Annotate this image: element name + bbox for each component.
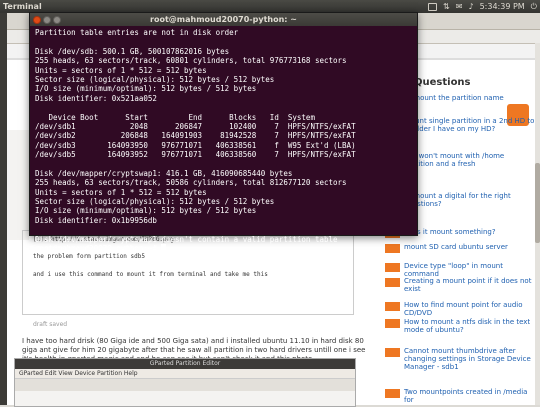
launcher bbox=[0, 13, 7, 405]
gparted-toolbar bbox=[15, 378, 355, 391]
terminal-window[interactable]: root@mahmoud20070-python: ~ Partition ta… bbox=[29, 12, 418, 253]
mail-icon[interactable]: ✉ bbox=[456, 0, 463, 13]
related-question-link[interactable]: to mount the partition name bbox=[404, 94, 504, 102]
scrollbar-thumb[interactable] bbox=[535, 163, 540, 243]
terminal-output[interactable]: Partition table entries are not in disk … bbox=[30, 26, 417, 253]
gparted-menu: GParted Edit View Device Partition Help bbox=[15, 369, 355, 378]
related-question-link[interactable]: I've won't mount with /home partition an… bbox=[404, 152, 535, 168]
related-question-link[interactable]: How to find mount point for audio CD/DVD bbox=[404, 301, 535, 317]
terminal-line: I/O size (minimum/optimal): 512 bytes / … bbox=[35, 84, 257, 94]
system-tray: ⇅ ✉ ♪ 5:34:39 PM ⏻ bbox=[428, 0, 537, 13]
terminal-line: Partition table entries are not in disk … bbox=[35, 28, 239, 37]
related-question-link[interactable]: Cannot mount thumbdrive after changing s… bbox=[404, 347, 535, 371]
related-count-badge bbox=[385, 348, 400, 357]
related-question[interactable]: How to find mount point for audio CD/DVD bbox=[385, 301, 535, 317]
clock[interactable]: 5:34:39 PM bbox=[480, 0, 525, 13]
related-question-link[interactable]: How to mount a ntfs disk in the text mod… bbox=[404, 318, 535, 334]
terminal-line: Device Boot Start End Blocks Id System bbox=[35, 112, 315, 122]
terminal-line: 255 heads, 63 sectors/track, 50586 cylin… bbox=[35, 178, 347, 188]
power-icon[interactable]: ⏻ bbox=[531, 0, 537, 13]
gparted-screenshot: GParted Partition Editor GParted Edit Vi… bbox=[14, 358, 356, 407]
related-question-link[interactable]: to mount a digital for the right questio… bbox=[404, 192, 535, 208]
related-question-link[interactable]: Two mountpoints created in /media for bbox=[404, 388, 535, 404]
volume-icon[interactable]: ♪ bbox=[468, 0, 473, 13]
related-question-link[interactable]: Creating a mount point if it does not ex… bbox=[404, 277, 535, 293]
terminal-line: Disk /dev/mapper/cryptswap1 doesn't cont… bbox=[35, 234, 338, 244]
related-question[interactable]: Cannot mount thumbdrive after changing s… bbox=[385, 347, 535, 371]
terminal-line: /dev/sdb5 164093952 976771071 406338560 … bbox=[35, 150, 356, 160]
terminal-line: Sector size (logical/physical): 512 byte… bbox=[35, 74, 275, 84]
terminal-line: Disk /dev/mapper/cryptswap1: 416.1 GB, 4… bbox=[35, 168, 293, 178]
terminal-line: Disk identifier: 0x521aa052 bbox=[35, 93, 157, 103]
text-cursor bbox=[161, 243, 167, 252]
terminal-line: I/O size (minimum/optimal): 512 bytes / … bbox=[35, 206, 257, 216]
related-count-badge bbox=[385, 319, 400, 328]
related-count-badge bbox=[385, 278, 400, 287]
scrollbar[interactable] bbox=[535, 43, 540, 405]
terminal-line: /dev/sdb3 164093950 976771071 406338561 … bbox=[35, 140, 356, 150]
terminal-line: Disk identifier: 0x1b9956db bbox=[35, 215, 157, 225]
related-question-link[interactable]: mount single partition in a 2nd HD to a … bbox=[404, 117, 535, 133]
terminal-line: /dev/sdb1 2048 206847 102400 7 HPFS/NTFS… bbox=[35, 121, 356, 131]
related-question[interactable]: How to mount a ntfs disk in the text mod… bbox=[385, 318, 535, 334]
related-count-badge bbox=[385, 389, 400, 398]
related-question-link[interactable]: Device type "loop" in mount command bbox=[404, 262, 535, 278]
keyboard-icon[interactable] bbox=[428, 2, 438, 11]
related-question[interactable]: Two mountpoints created in /media for bbox=[385, 388, 535, 404]
terminal-line: /dev/sdb2 206848 164091903 81942528 7 HP… bbox=[35, 131, 356, 141]
draft-status: draft saved bbox=[33, 321, 68, 328]
prompt-text: root@mahmoud20070-python:~# bbox=[35, 243, 162, 253]
left-panel bbox=[7, 130, 29, 240]
related-title: Questions bbox=[414, 77, 471, 88]
network-icon[interactable]: ⇅ bbox=[443, 0, 450, 13]
terminal-line: Sector size (logical/physical): 512 byte… bbox=[35, 197, 275, 207]
related-count-badge bbox=[385, 263, 400, 272]
terminal-title: root@mahmoud20070-python: ~ bbox=[150, 15, 297, 24]
terminal-line: 255 heads, 63 sectors/track, 60801 cylin… bbox=[35, 56, 347, 66]
related-question[interactable]: Device type "loop" in mount command bbox=[385, 262, 535, 278]
terminal-line: Units = sectors of 1 * 512 = 512 bytes bbox=[35, 65, 207, 75]
related-count-badge bbox=[385, 302, 400, 311]
terminal-line: Disk /dev/sdb: 500.1 GB, 500107862016 by… bbox=[35, 46, 230, 56]
terminal-line: Units = sectors of 1 * 512 = 512 bytes bbox=[35, 187, 207, 197]
terminal-titlebar[interactable]: root@mahmoud20070-python: ~ bbox=[30, 13, 417, 26]
gparted-title: GParted Partition Editor bbox=[15, 359, 355, 369]
related-question[interactable]: Creating a mount point if it does not ex… bbox=[385, 277, 535, 293]
related-question-link[interactable]: mount SD card ubuntu server bbox=[404, 243, 508, 251]
terminal-prompt[interactable]: root@mahmoud20070-python:~# bbox=[35, 243, 417, 253]
